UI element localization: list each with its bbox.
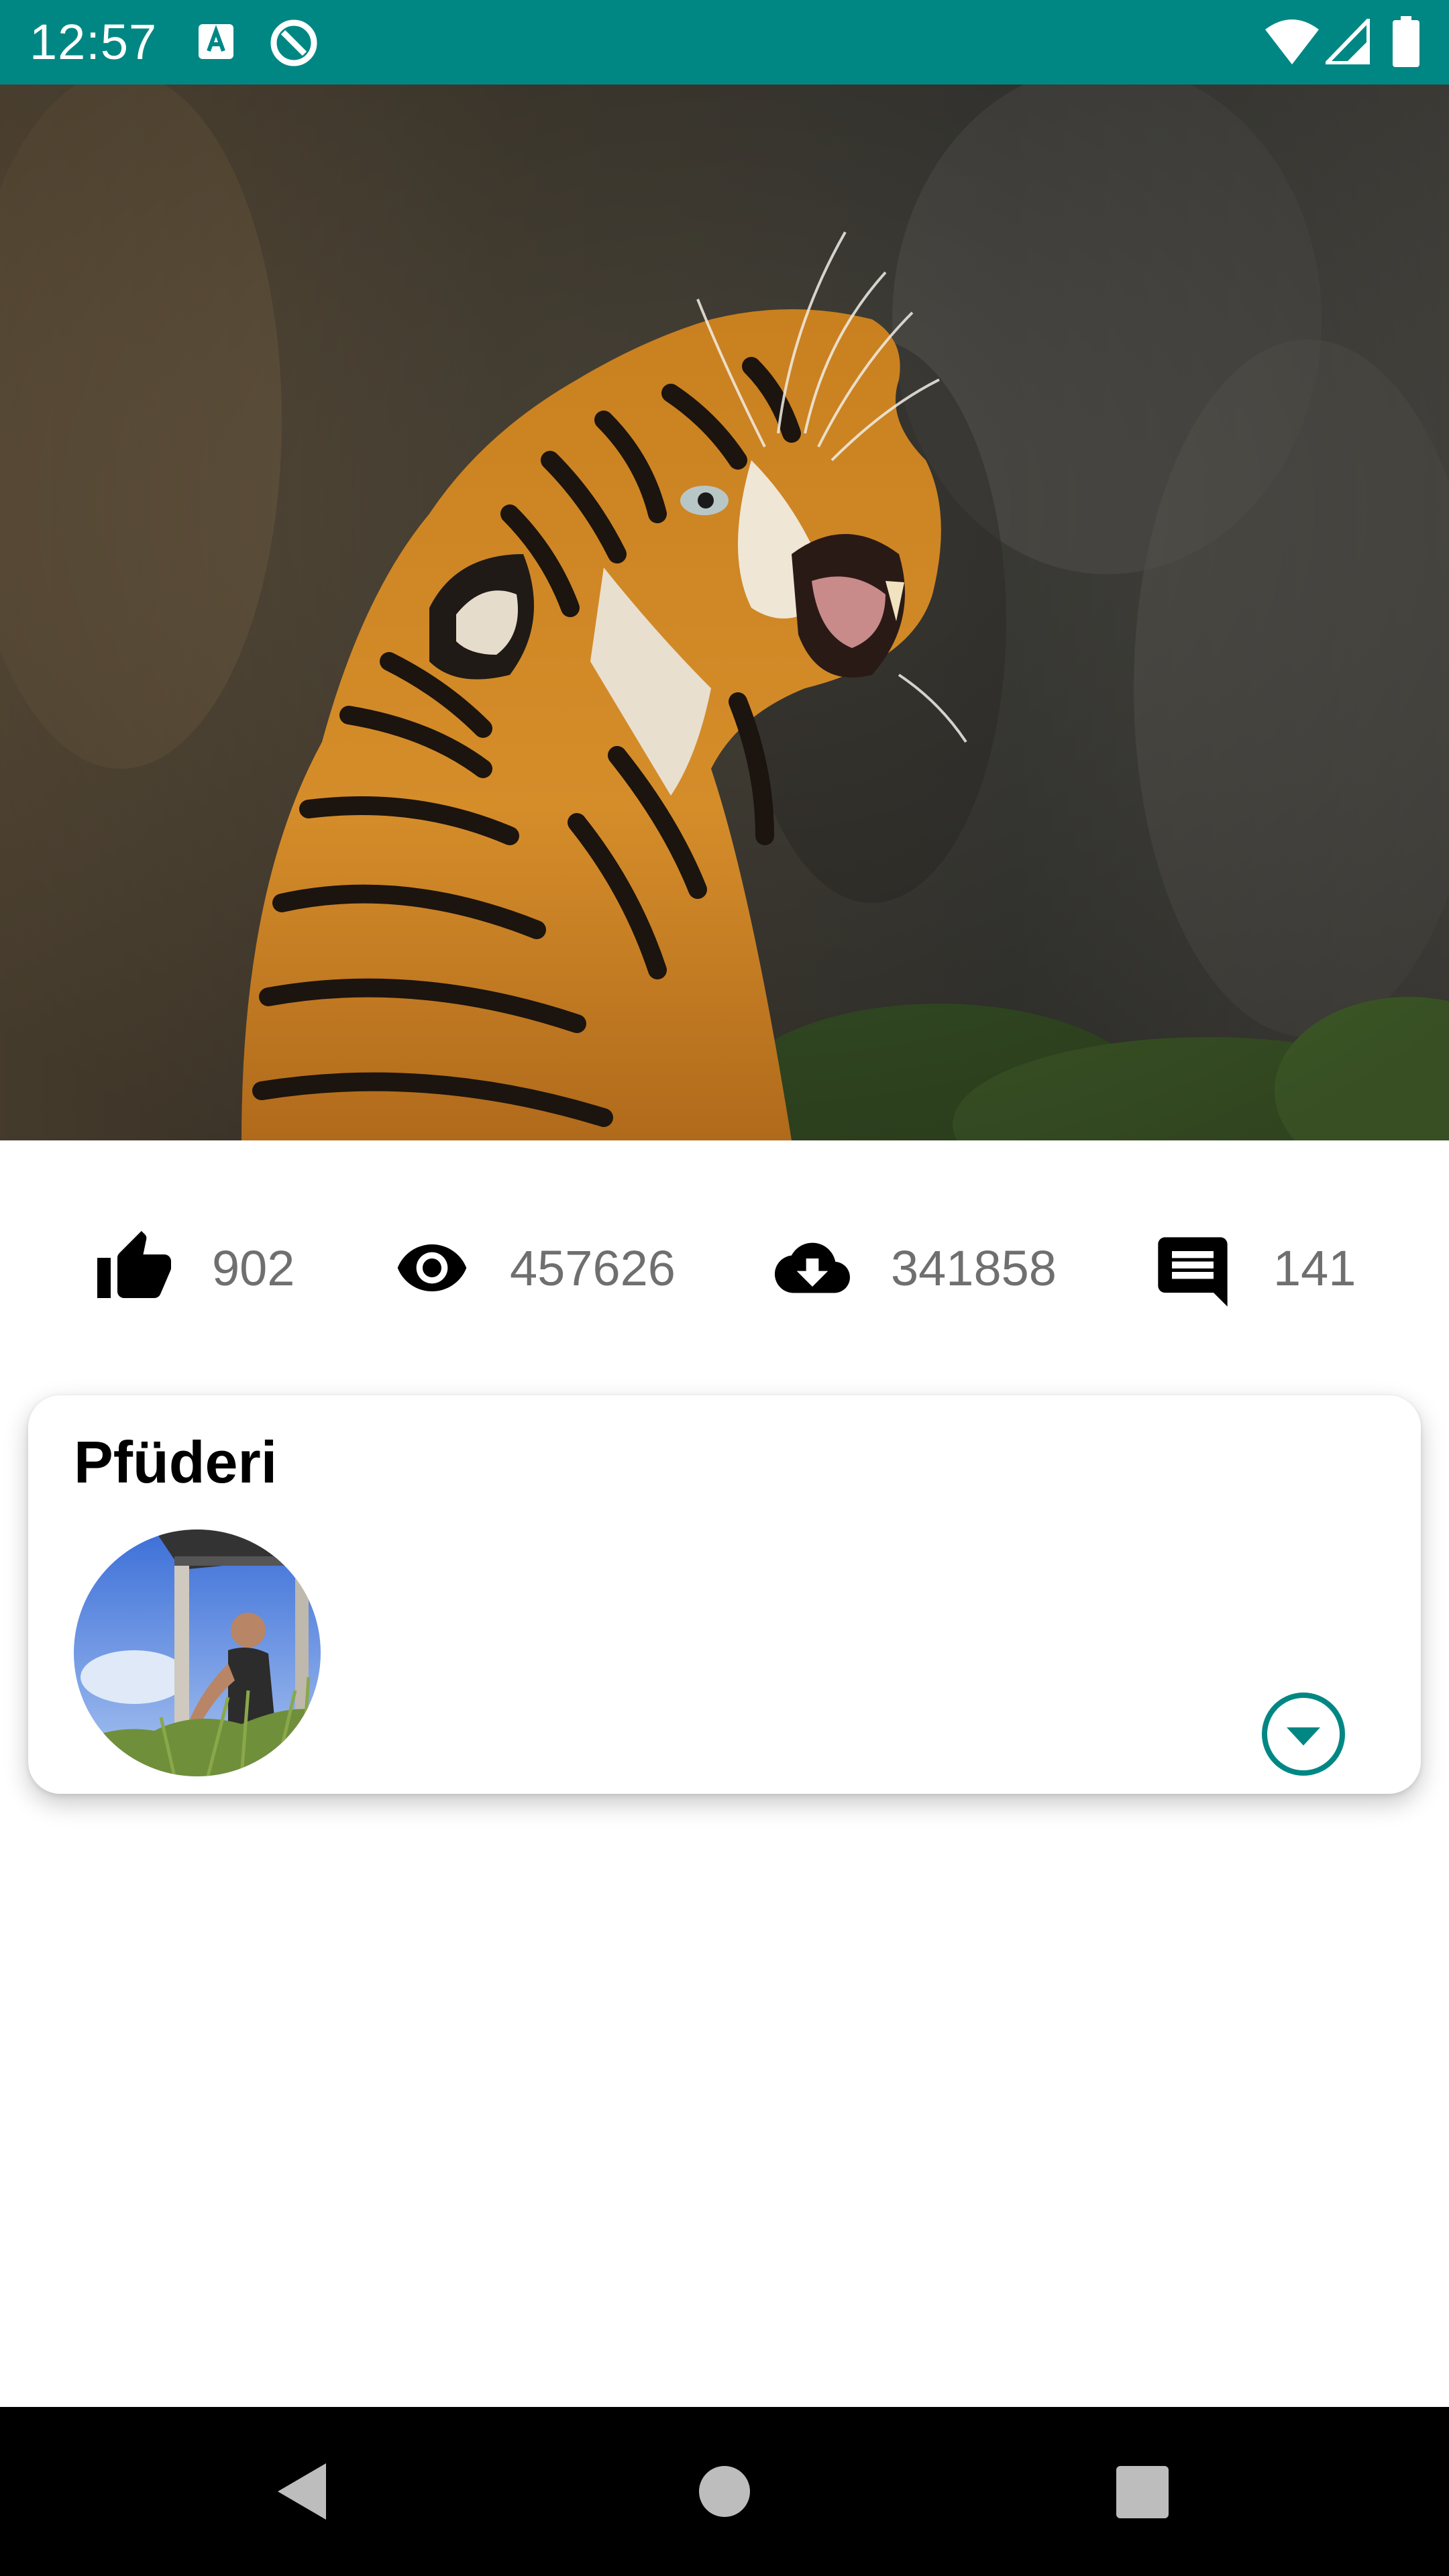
back-icon [278, 2463, 326, 2520]
text-a-icon [197, 23, 235, 64]
sync-icon [268, 17, 319, 72]
stats-row: 902 457626 341858 141 [0, 1208, 1449, 1328]
avatar[interactable] [74, 1529, 321, 1776]
recents-icon [1116, 2466, 1169, 2518]
likes-count: 902 [212, 1240, 295, 1296]
back-button[interactable] [264, 2451, 345, 2532]
comment-icon[interactable] [1151, 1230, 1234, 1317]
wifi-icon [1264, 17, 1320, 69]
recents-button[interactable] [1102, 2451, 1182, 2532]
status-bar: 12:57 [0, 0, 1449, 85]
chevron-down-icon [1262, 1693, 1345, 1776]
hero-image[interactable] [0, 85, 1449, 1140]
user-name: Pfüderi [74, 1429, 278, 1495]
downloads-count: 341858 [891, 1240, 1057, 1296]
signal-icon [1322, 15, 1371, 68]
expand-button[interactable] [1260, 1690, 1347, 1778]
status-time: 12:57 [30, 14, 158, 70]
home-button[interactable] [684, 2451, 765, 2532]
views-count: 457626 [510, 1240, 676, 1296]
home-icon [699, 2466, 750, 2517]
user-card: Pfüderi [28, 1395, 1421, 1794]
eye-icon[interactable] [390, 1230, 474, 1309]
navigation-bar [0, 2407, 1449, 2576]
tiger-photo [0, 85, 1449, 1140]
cloud-download-icon[interactable] [769, 1230, 856, 1309]
thumb-up-icon[interactable] [93, 1228, 176, 1311]
comments-count: 141 [1273, 1240, 1356, 1296]
battery-icon [1391, 16, 1421, 72]
